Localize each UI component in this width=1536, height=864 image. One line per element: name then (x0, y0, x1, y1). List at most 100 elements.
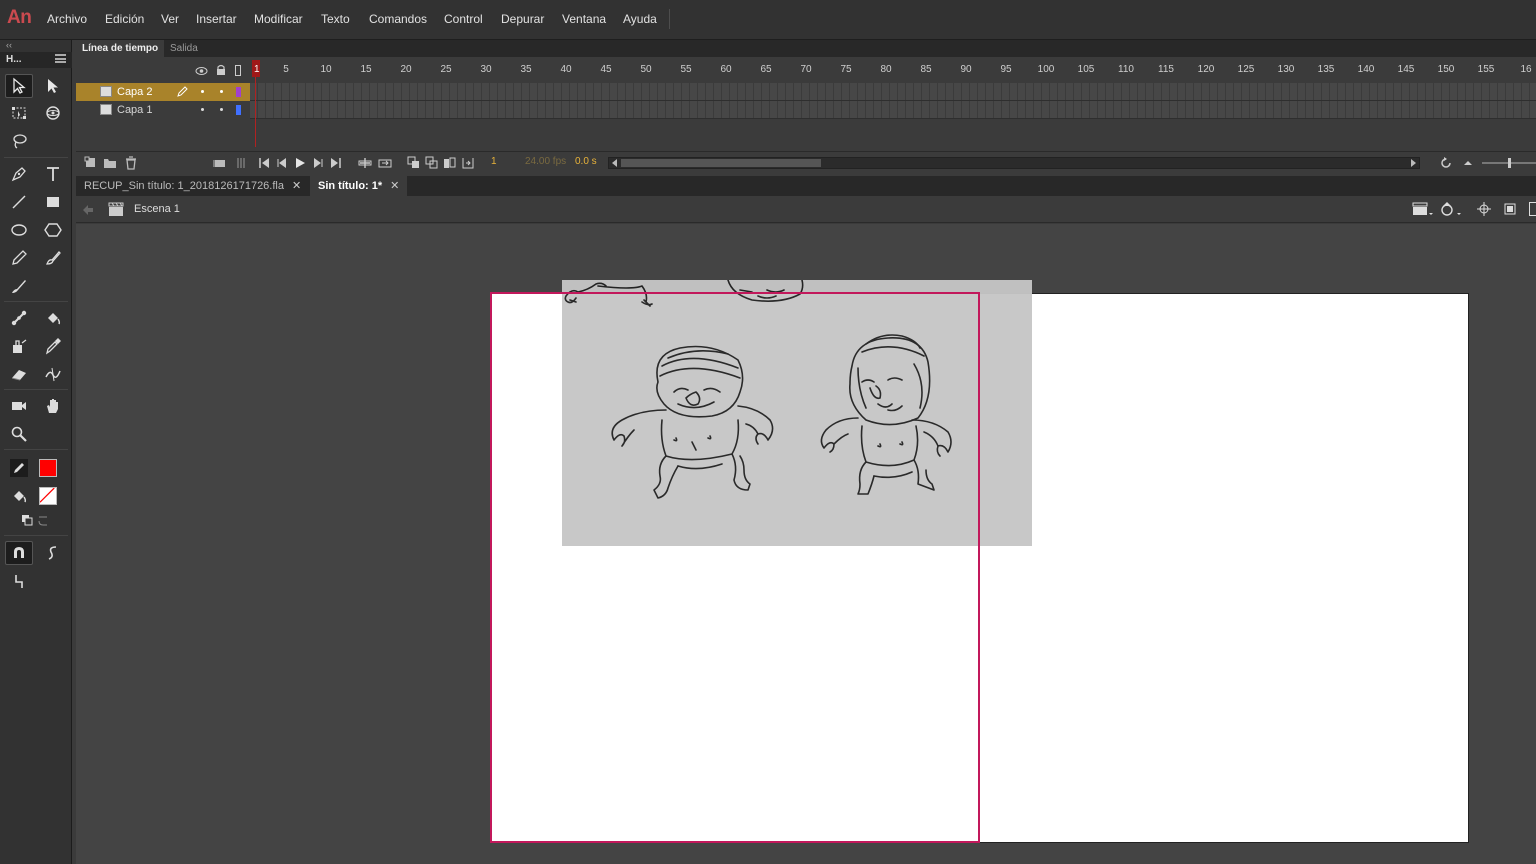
subselection-tool-icon[interactable] (39, 74, 67, 98)
pen-tool-icon[interactable] (5, 162, 33, 186)
zoom-tool-icon[interactable] (5, 422, 33, 446)
clip-content-icon[interactable] (1503, 202, 1517, 216)
timeline-zoom-handle[interactable] (1508, 158, 1511, 168)
play-icon[interactable] (293, 156, 307, 170)
bone-tool-icon[interactable] (5, 306, 33, 330)
menu-ver[interactable]: Ver (161, 12, 179, 26)
back-arrow-icon[interactable] (82, 204, 94, 216)
polystar-tool-icon[interactable] (39, 218, 67, 242)
menu-comandos[interactable]: Comandos (369, 12, 427, 26)
frame-ruler[interactable]: 1510152025303540455055606570758085909510… (250, 60, 1536, 82)
free-transform-tool-icon[interactable] (5, 101, 33, 125)
panel-menu-icon[interactable] (55, 54, 66, 63)
layer-name[interactable]: Capa 2 (117, 86, 152, 98)
visibility-dot[interactable] (201, 108, 204, 111)
scroll-right-icon[interactable] (1410, 159, 1417, 167)
close-tab-icon[interactable]: ✕ (292, 180, 301, 192)
scene-name[interactable]: Escena 1 (134, 203, 180, 215)
ink-bottle-tool-icon[interactable] (5, 334, 33, 358)
rectangle-tool-icon[interactable] (39, 190, 67, 214)
menu-edicion[interactable]: Edición (105, 12, 144, 26)
symbol-selection-outline[interactable] (490, 292, 980, 843)
loop-icon[interactable] (234, 156, 248, 170)
edit-scene-icon[interactable] (1412, 201, 1434, 217)
pencil-tool-icon[interactable] (5, 246, 33, 270)
lock-all-layers-icon[interactable] (216, 64, 226, 76)
oval-tool-icon[interactable] (5, 218, 33, 242)
document-tab-recup[interactable]: RECUP_Sin título: 1_2018126171726.fla ✕ (76, 176, 309, 196)
outline-all-layers-icon[interactable] (235, 65, 241, 76)
current-frame-value[interactable]: 1 (491, 156, 497, 167)
selection-tool-icon[interactable] (5, 74, 33, 98)
timeline-scrollbar[interactable] (608, 157, 1420, 169)
layer-outline-color[interactable] (236, 87, 241, 97)
smooth-icon[interactable] (39, 541, 67, 565)
frame-row-capa-1[interactable] (250, 101, 1536, 119)
timeline-scroll-thumb[interactable] (621, 159, 821, 167)
scroll-left-icon[interactable] (611, 159, 618, 167)
frame-rate-value[interactable]: 24.00 fps (525, 156, 566, 167)
layer-outline-color[interactable] (236, 105, 241, 115)
show-all-layers-eye-icon[interactable] (195, 66, 208, 76)
menu-control[interactable]: Control (444, 12, 483, 26)
tab-output[interactable]: Salida (164, 40, 204, 57)
elapsed-time-value[interactable]: 0.0 s (575, 156, 597, 167)
layer-name[interactable]: Capa 1 (117, 104, 152, 116)
delete-layer-icon[interactable] (124, 156, 138, 170)
edit-symbols-icon[interactable] (1439, 201, 1463, 217)
timeline-zoom-slider[interactable] (1482, 158, 1536, 168)
collapse-panel-icon[interactable]: ‹‹ (6, 40, 12, 50)
rewind-icon[interactable] (1439, 156, 1453, 170)
onion-skin-outlines-icon[interactable] (425, 156, 439, 170)
close-tab-icon[interactable]: ✕ (390, 180, 399, 192)
loop-playback-icon[interactable] (378, 156, 392, 170)
new-folder-icon[interactable] (103, 156, 117, 170)
go-to-last-frame-icon[interactable] (329, 156, 343, 170)
menu-modificar[interactable]: Modificar (254, 12, 303, 26)
modify-onion-markers-icon[interactable] (461, 156, 475, 170)
tab-timeline[interactable]: Línea de tiempo (76, 40, 165, 57)
straighten-icon[interactable] (5, 569, 33, 593)
eraser-tool-icon[interactable] (5, 362, 33, 386)
menu-depurar[interactable]: Depurar (501, 12, 544, 26)
zoom-control[interactable] (1529, 202, 1536, 216)
new-layer-icon[interactable] (84, 156, 98, 170)
stroke-color-swatch[interactable] (39, 459, 57, 477)
width-tool-icon[interactable] (39, 362, 67, 386)
center-frame-icon[interactable] (213, 156, 227, 170)
swap-colors-icon[interactable] (17, 512, 53, 530)
fill-color-swatch[interactable] (39, 487, 57, 505)
3d-rotation-tool-icon[interactable] (39, 101, 67, 125)
eyedropper-tool-icon[interactable] (39, 334, 67, 358)
lock-dot[interactable] (220, 108, 223, 111)
frame-row-capa-2[interactable] (250, 83, 1536, 101)
lasso-tool-icon[interactable] (5, 129, 33, 153)
menu-ayuda[interactable]: Ayuda (623, 12, 657, 26)
go-to-first-frame-icon[interactable] (257, 156, 271, 170)
paint-brush-tool-icon[interactable] (39, 246, 67, 270)
brush-tool-icon[interactable] (5, 274, 33, 298)
menu-ventana[interactable]: Ventana (562, 12, 606, 26)
menu-insertar[interactable]: Insertar (196, 12, 237, 26)
menu-texto[interactable]: Texto (321, 12, 350, 26)
hand-tool-icon[interactable] (39, 394, 67, 418)
paint-bucket-tool-icon[interactable] (39, 306, 67, 330)
zoom-out-timeline-icon[interactable] (1461, 156, 1475, 170)
lock-dot[interactable] (220, 90, 223, 93)
menu-archivo[interactable]: Archivo (47, 12, 87, 26)
stage-pasteboard[interactable] (76, 224, 1536, 864)
camera-tool-icon[interactable] (5, 394, 33, 418)
edit-multiple-frames-icon[interactable] (443, 156, 457, 170)
text-tool-icon[interactable] (39, 162, 67, 186)
layer-row-capa-1[interactable]: Capa 1 (76, 101, 250, 119)
onion-skin-icon[interactable] (407, 156, 421, 170)
document-tab-sin-titulo[interactable]: Sin título: 1* ✕ (310, 176, 408, 196)
center-stage-icon[interactable] (1477, 202, 1491, 216)
snap-to-objects-icon[interactable] (5, 541, 33, 565)
step-forward-icon[interactable] (311, 156, 325, 170)
step-back-icon[interactable] (275, 156, 289, 170)
line-tool-icon[interactable] (5, 190, 33, 214)
insert-frame-icon[interactable] (358, 156, 372, 170)
visibility-dot[interactable] (201, 90, 204, 93)
layer-row-capa-2[interactable]: Capa 2 (76, 83, 250, 101)
